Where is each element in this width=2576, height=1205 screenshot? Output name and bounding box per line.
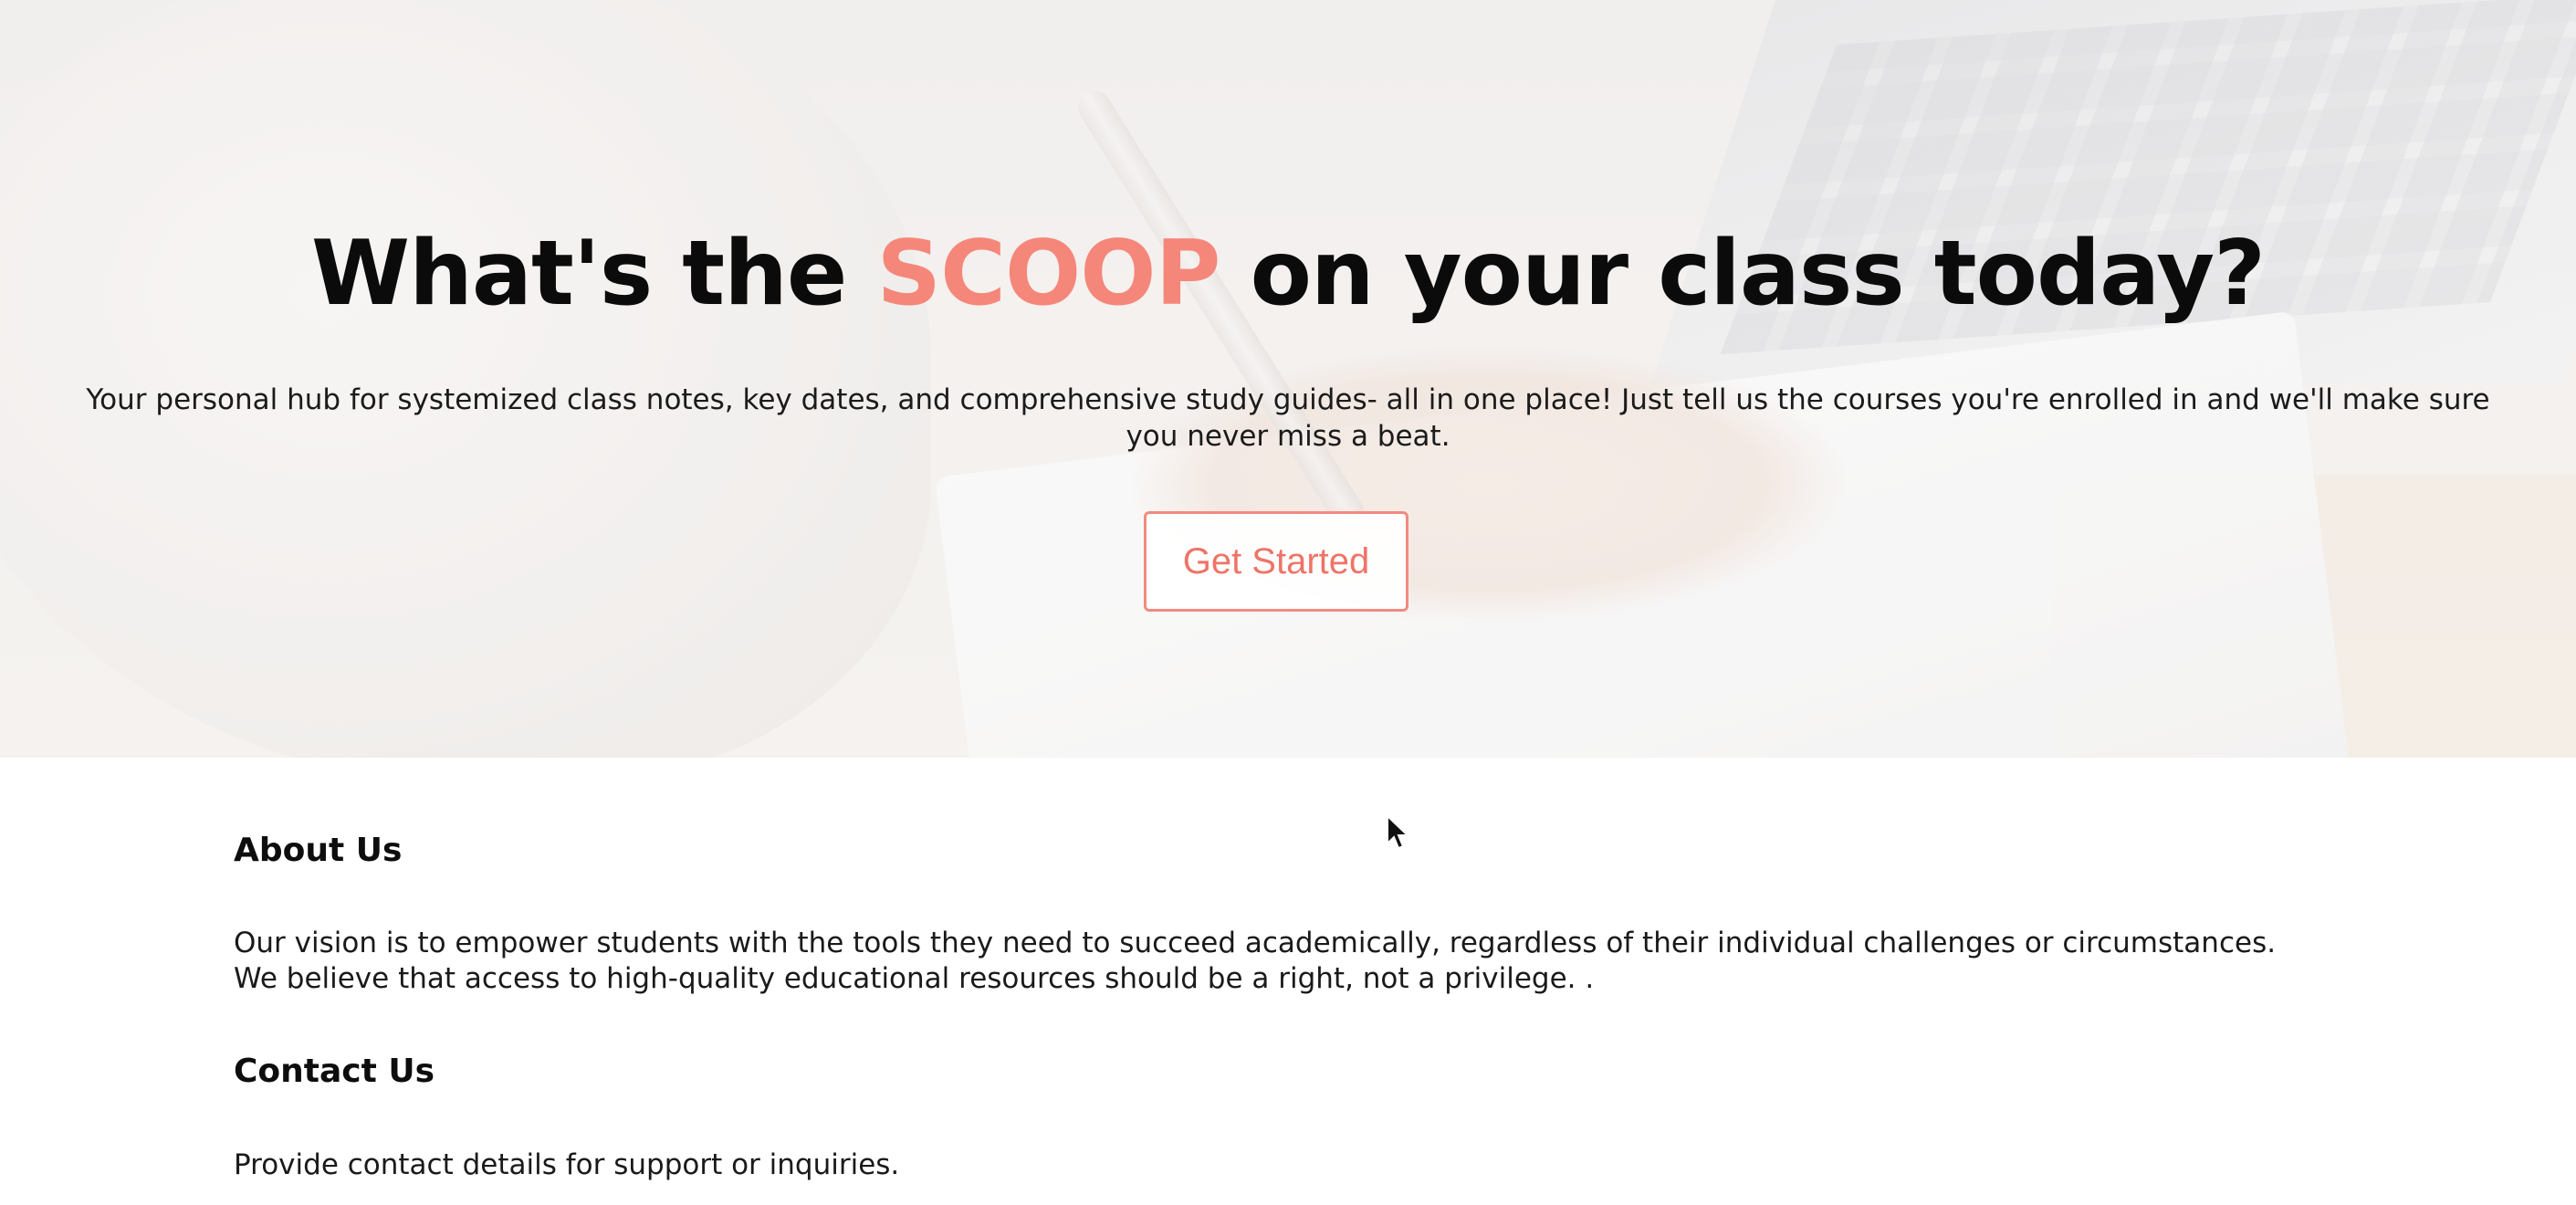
hero-title-end: on your class today?: [1250, 222, 2266, 326]
about-us-text-line-2: We believe that access to high-quality e…: [234, 962, 1595, 995]
hero-subtitle: Your personal hub for systemized class n…: [46, 382, 2530, 455]
about-us-text-line-1: Our vision is to empower students with t…: [234, 927, 2277, 959]
page: What's the SCOOP on your class today? Yo…: [0, 0, 2576, 1205]
hero-title-start: What's the: [311, 222, 847, 326]
about-us-heading: About Us: [234, 832, 403, 869]
get-started-button[interactable]: Get Started: [1144, 511, 1408, 612]
contact-us-text: Provide contact details for support or i…: [234, 1148, 900, 1181]
hero-subtitle-line-1: Your personal hub for systemized class n…: [86, 383, 2490, 416]
hero-overlay: [0, 0, 2576, 758]
mouse-pointer-icon: [1387, 814, 1410, 850]
about-us-text: Our vision is to empower students with t…: [234, 926, 2424, 997]
hero-section: What's the SCOOP on your class today? Yo…: [0, 0, 2576, 758]
hero-title-accent: SCOOP: [876, 222, 1221, 326]
contact-us-heading: Contact Us: [234, 1053, 435, 1090]
hero-title: What's the SCOOP on your class today?: [0, 215, 2576, 332]
hero-subtitle-line-2: you never miss a beat.: [1126, 420, 1450, 453]
